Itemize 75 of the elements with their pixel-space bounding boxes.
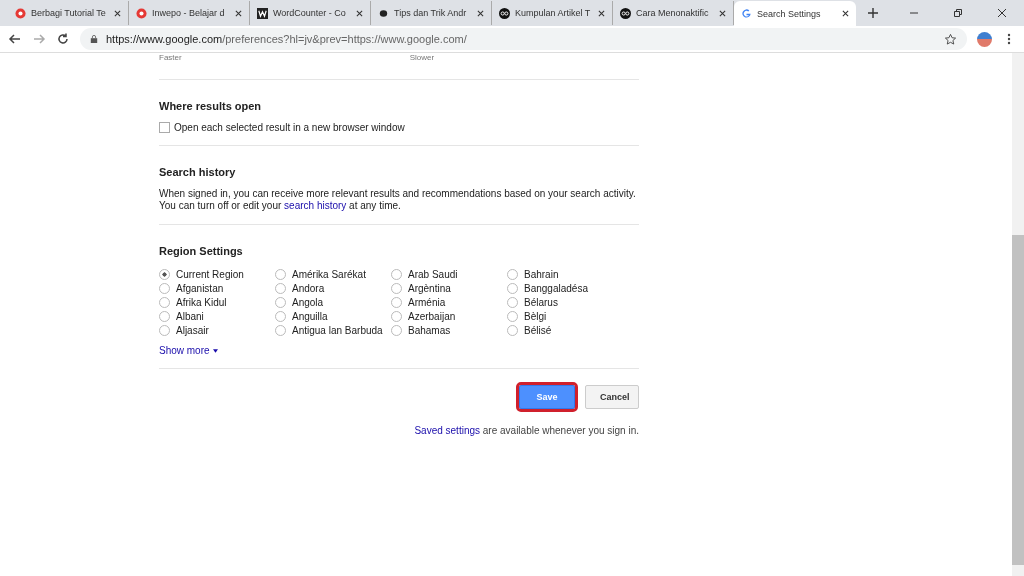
url-text: https://www.google.com/preferences?hl=jv&prev=https://www.google.com/ (106, 33, 467, 45)
browser-tab[interactable]: WordCounter - Co (250, 1, 371, 25)
radio-label: Bélisé (524, 324, 552, 336)
slider-label: Slower (409, 53, 435, 62)
search-history-description: When signed in, you can receive more relevant results and recommendations based on your search activity. You can turn off or edit your search history at any time. (159, 188, 637, 212)
radio-label: Arab Saudi (408, 268, 458, 280)
radio-label: Albani (176, 310, 204, 322)
slider-label: Faster (159, 53, 182, 62)
ring-logo-icon (136, 7, 147, 19)
saved-settings-link[interactable]: Saved settings (414, 425, 480, 436)
tab-title: Kumpulan Artikel T (515, 8, 592, 18)
dot-icon (378, 7, 389, 19)
radio-label: Current Region (176, 268, 244, 280)
radio-label: Bélarus (524, 296, 558, 308)
cancel-button[interactable]: Cancel (585, 385, 639, 409)
reload-icon[interactable] (56, 32, 70, 46)
scrollbar[interactable] (1012, 53, 1024, 576)
radio-label: Bèlgi (524, 310, 547, 322)
section-heading: Where results open (159, 100, 263, 112)
saved-settings-note: Saved settings are available whenever you sign in. (413, 425, 639, 436)
tab-title: Tips dan Trik Andr (394, 8, 468, 18)
g-logo-icon (741, 8, 752, 19)
close-icon[interactable] (719, 9, 726, 17)
radio-label: Angola (292, 296, 324, 308)
tab-title: Cara Menonaktific (636, 8, 710, 18)
checkbox-label: Open each selected result in a new browser window (174, 122, 405, 133)
close-icon[interactable] (235, 9, 242, 17)
new-tab-icon[interactable] (868, 8, 878, 18)
radio-label: Antigua lan Barbuda (292, 324, 383, 336)
close-icon[interactable] (842, 10, 849, 17)
tab-title: Berbagi Tutorial Te (31, 8, 107, 18)
browser-tab[interactable]: Tips dan Trik Andr (371, 1, 492, 25)
close-icon[interactable] (477, 9, 484, 17)
radio-label: Andora (292, 282, 325, 294)
back-icon[interactable] (8, 32, 22, 46)
avatar-icon[interactable] (977, 31, 992, 47)
caret-icon (212, 348, 218, 353)
show-more-link[interactable]: Show more (159, 345, 218, 356)
radio-label: Bahrain (524, 268, 559, 280)
browser-tab[interactable]: Inwepo - Belajar d (129, 1, 250, 25)
close-icon[interactable] (997, 8, 1007, 18)
radio-label: Anguilla (292, 310, 328, 322)
w-letter-icon (257, 7, 268, 19)
radio-label: Aljasair (176, 324, 209, 336)
radio-label: Arménia (408, 296, 446, 308)
close-icon[interactable] (356, 9, 363, 17)
browser-tab[interactable]: Berbagi Tutorial Te (8, 1, 129, 25)
tab-title: Inwepo - Belajar d (152, 8, 226, 18)
tab-title: WordCounter - Co (273, 8, 347, 18)
radio-label: Bahamas (408, 324, 451, 336)
browser-tab[interactable]: Search Settings (734, 1, 856, 26)
restore-icon[interactable] (953, 8, 963, 18)
scrollbar-thumb[interactable] (1012, 235, 1024, 565)
lock-icon (90, 34, 98, 44)
forward-icon[interactable] (32, 32, 46, 46)
radio-label: Azerbaijan (408, 310, 456, 322)
browser-tab[interactable]: Kumpulan Artikel T (492, 1, 613, 25)
ring-logo-icon (15, 7, 26, 19)
address-bar[interactable]: https://www.google.com/preferences?hl=jv&prev=https://www.google.com/ (80, 28, 967, 50)
section-heading: Search history (159, 166, 237, 178)
star-icon[interactable] (944, 32, 957, 46)
glasses-icon (499, 7, 510, 19)
checkbox[interactable] (159, 122, 170, 133)
close-icon[interactable] (598, 9, 605, 17)
radio-label: Argèntina (408, 282, 451, 294)
glasses-icon (620, 7, 631, 19)
search-history-link[interactable]: search history (284, 200, 347, 211)
radio-label: Banggaladésa (524, 282, 588, 294)
close-icon[interactable] (114, 9, 121, 17)
tab-title: Search Settings (757, 8, 822, 19)
section-heading: Region Settings (159, 245, 244, 257)
radio-label: Amérika Sarékat (292, 268, 366, 280)
radio-button[interactable] (159, 268, 170, 280)
radio-label: Afganistan (176, 282, 224, 294)
radio-label: Afrika Kidul (176, 296, 227, 308)
